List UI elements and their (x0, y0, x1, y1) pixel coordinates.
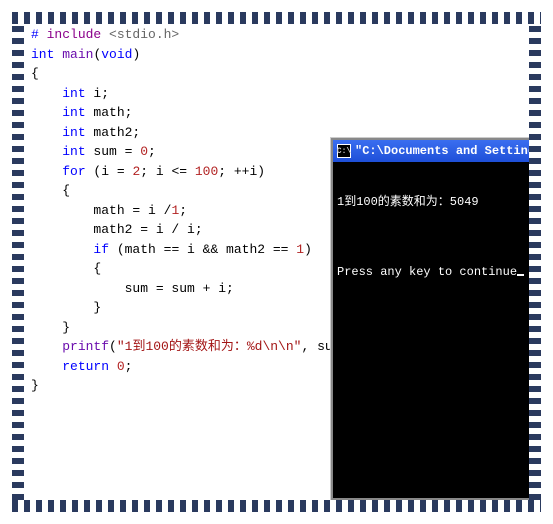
code-line: { (31, 64, 522, 84)
function-call: printf (62, 339, 109, 354)
preprocessor-hash: # (31, 27, 47, 42)
cursor-icon (517, 274, 524, 276)
code-line: # include <stdio.h> (31, 25, 522, 45)
console-titlebar[interactable]: C:\ "C:\Documents and Settings (333, 140, 529, 162)
console-line: Press any key to continue (337, 265, 525, 279)
function-name: main (62, 47, 93, 62)
preprocessor-keyword: include (47, 27, 102, 42)
console-line: 1到100的素数和为：5049 (337, 192, 525, 209)
cmd-icon: C:\ (337, 144, 351, 158)
console-window[interactable]: C:\ "C:\Documents and Settings 1到100的素数和… (331, 138, 531, 500)
code-line: int math; (31, 103, 522, 123)
string-literal: "1到100的素数和为：%d\n\n" (117, 339, 302, 354)
console-output: 1到100的素数和为：5049 Press any key to continu… (333, 162, 529, 309)
include-path: <stdio.h> (101, 27, 179, 42)
code-line: int main(void) (31, 45, 522, 65)
console-title: "C:\Documents and Settings (355, 144, 529, 158)
code-line: int i; (31, 84, 522, 104)
